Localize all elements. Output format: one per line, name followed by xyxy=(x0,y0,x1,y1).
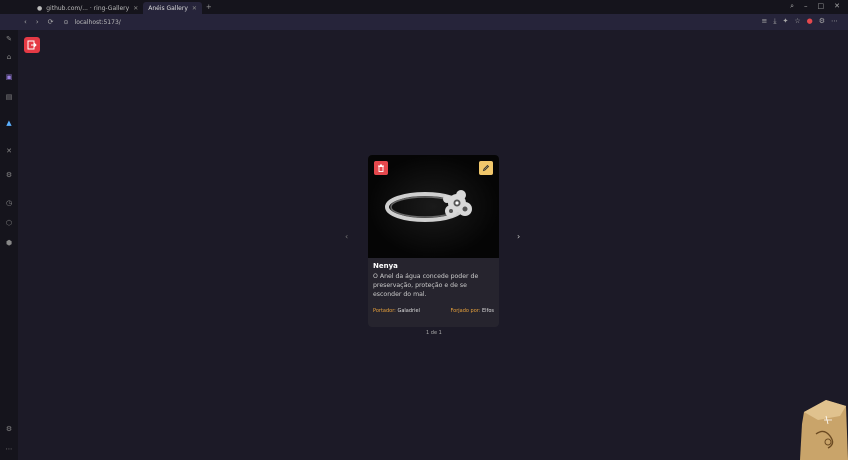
browser-toolbar: ‹ › ⟳ ⊙ localhost:5173/ ≡ ⤓ ✦ ☆ ● ⚙ ⋯ xyxy=(0,14,848,30)
close-icon[interactable]: ✕ xyxy=(192,5,197,12)
bearer-value: Galadriel xyxy=(397,308,420,314)
sidebar-clock-icon[interactable]: ◷ xyxy=(4,198,14,208)
bookmark-icon[interactable]: ☆ xyxy=(794,17,800,26)
sidebar-more-icon[interactable]: ⋯ xyxy=(4,444,14,454)
sidebar-settings-icon[interactable]: ⚙ xyxy=(4,424,14,434)
bearer-label: Portador: xyxy=(373,308,396,314)
sidebar-notes-icon[interactable]: ▤ xyxy=(4,92,14,102)
logout-button[interactable] xyxy=(24,37,40,53)
ring-image xyxy=(368,155,499,258)
delete-button[interactable] xyxy=(374,161,388,175)
sidebar-shield-icon[interactable]: ⬢ xyxy=(4,238,14,248)
sidebar-twitch-icon[interactable]: ▣ xyxy=(4,72,14,82)
sidebar-bag-icon[interactable]: ⌂ xyxy=(4,52,14,62)
reader-icon[interactable]: ≡ xyxy=(761,17,767,26)
parchment-decoration xyxy=(800,400,848,460)
carousel-pager: 1 de 1 xyxy=(426,330,442,336)
sidebar-gear-icon[interactable]: ⚙ xyxy=(4,170,14,180)
site-info-icon[interactable]: ⊙ xyxy=(64,19,69,26)
url-text: localhost:5173/ xyxy=(74,18,121,26)
address-bar[interactable]: ⊙ localhost:5173/ xyxy=(64,19,121,26)
close-window-icon[interactable]: ✕ xyxy=(834,2,840,11)
download-icon[interactable]: ⤓ xyxy=(773,17,776,26)
maximize-icon[interactable]: □ xyxy=(818,2,825,11)
tab-label: Anéis Gallery xyxy=(148,4,188,12)
minimize-icon[interactable]: – xyxy=(804,2,808,11)
browser-tab-github[interactable]: ● github.com/... · ring-Gallery ✕ xyxy=(32,2,143,14)
sidebar-x-icon[interactable]: ✕ xyxy=(4,146,14,156)
menu-icon[interactable]: ⋯ xyxy=(831,17,838,26)
tab-label: github.com/... · ring-Gallery xyxy=(46,4,130,12)
carousel-next-button[interactable]: › xyxy=(517,232,520,241)
settings-icon[interactable]: ⚙ xyxy=(819,17,825,26)
back-button[interactable]: ‹ xyxy=(24,18,27,26)
browser-tab-bar: ● github.com/... · ring-Gallery ✕ Anéis … xyxy=(0,0,848,14)
extension-icon[interactable]: ✦ xyxy=(782,17,788,26)
logout-icon xyxy=(27,40,37,50)
ring-description: O Anel da água concede poder de preserva… xyxy=(373,273,479,298)
carousel-prev-button[interactable]: ‹ xyxy=(345,232,348,241)
sidebar-hex-icon[interactable]: ⬡ xyxy=(4,218,14,228)
sidebar-tool-icon[interactable]: ✎ xyxy=(4,34,14,44)
forged-info: Forjado por: Elfos xyxy=(450,308,494,314)
forged-value: Elfos xyxy=(482,308,494,314)
pencil-icon xyxy=(482,164,490,172)
ring-name: Nenya xyxy=(373,262,398,270)
close-icon[interactable]: ✕ xyxy=(133,5,138,12)
forged-label: Forjado por: xyxy=(450,308,481,314)
new-tab-button[interactable]: + xyxy=(206,3,212,11)
search-icon[interactable]: ⌕ xyxy=(790,2,794,11)
browser-tab-gallery[interactable]: Anéis Gallery ✕ xyxy=(143,2,202,14)
reload-button[interactable]: ⟳ xyxy=(48,18,54,26)
browser-sidebar: ✎ ⌂ ▣ ▤ ▲ ✕ ⚙ ◷ ⬡ ⬢ ⚙ ⋯ xyxy=(0,30,18,460)
sidebar-arc-icon[interactable]: ▲ xyxy=(4,118,14,128)
bearer-info: Portador: Galadriel xyxy=(373,308,420,314)
forward-button[interactable]: › xyxy=(36,18,39,26)
github-icon: ● xyxy=(37,4,43,12)
profile-icon[interactable]: ● xyxy=(807,17,813,26)
edit-button[interactable] xyxy=(479,161,493,175)
trash-icon xyxy=(378,164,384,172)
ring-picture xyxy=(385,190,472,222)
ring-card: Nenya O Anel da água concede poder de pr… xyxy=(368,155,499,327)
